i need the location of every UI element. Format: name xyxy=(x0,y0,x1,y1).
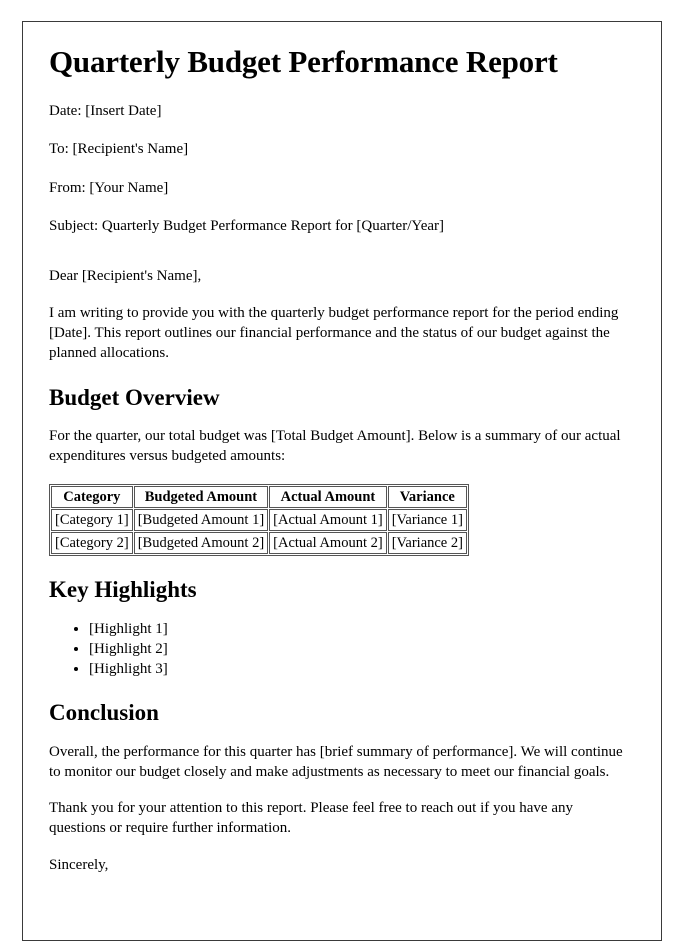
table-column-header: Budgeted Amount xyxy=(133,485,269,508)
list-item: [Highlight 1] xyxy=(89,620,627,639)
table-body: [Category 1] [Budgeted Amount 1] [Actual A… xyxy=(51,508,467,555)
table-header: Category Budgeted Amount Actual Amount Vari… xyxy=(51,485,467,508)
table-column-header: Category xyxy=(51,485,133,508)
meta-recipient: To: [Recipient's Name] xyxy=(49,141,189,158)
table-cell: [Actual Amount 2] xyxy=(269,531,387,555)
document-body: Quarterly Budget Performance Report Date… xyxy=(49,44,627,893)
table-row: [Category 1] [Budgeted Amount 1] [Actual A… xyxy=(51,508,467,531)
conclusion-paragraph: Overall, the performance for this quarte… xyxy=(49,743,623,780)
heading-key-highlights: Key Highlights xyxy=(49,577,197,603)
list-item: [Highlight 2] xyxy=(89,640,627,659)
document-page: Quarterly Budget Performance Report Date… xyxy=(22,21,662,941)
table-cell: [Actual Amount 1] xyxy=(269,508,387,531)
table-cell: [Category 1] xyxy=(51,508,133,531)
table-column-header: Actual Amount xyxy=(269,485,387,508)
table-header-row: Category Budgeted Amount Actual Amount Vari… xyxy=(51,485,467,508)
list-item: [Highlight 3] xyxy=(89,660,627,679)
letter-metadata: Date: [Insert Date] To: [Recipient's Nam… xyxy=(49,102,627,237)
table-row: [Category 2] [Budgeted Amount 2] [Actual A… xyxy=(51,531,467,555)
key-highlights-list: [Highlight 1][Highlight 2][Highlight 3] xyxy=(49,620,627,680)
salutation: Dear [Recipient's Name], xyxy=(49,267,202,284)
table-cell: [Variance 2] xyxy=(387,531,467,555)
page-title: Quarterly Budget Performance Report xyxy=(49,44,558,79)
table-cell: [Variance 1] xyxy=(387,508,467,531)
meta-sender: From: [Your Name] xyxy=(49,179,169,196)
thank-you-paragraph: Thank you for your attention to this rep… xyxy=(49,800,573,837)
meta-date: Date: [Insert Date] xyxy=(49,102,162,119)
table-cell: [Category 2] xyxy=(51,531,133,555)
heading-budget-overview: Budget Overview xyxy=(49,384,220,410)
table-cell: [Budgeted Amount 2] xyxy=(133,531,269,555)
budget-overview-paragraph: For the quarter, our total budget was [T… xyxy=(49,428,621,464)
closing-line: Sincerely, xyxy=(49,857,109,874)
table-column-header: Variance xyxy=(387,485,467,508)
intro-paragraph: I am writing to provide you with the qua… xyxy=(49,305,619,361)
budget-summary-table: Category Budgeted Amount Actual Amount Vari… xyxy=(49,483,469,557)
table-cell: [Budgeted Amount 1] xyxy=(133,508,269,531)
meta-subject: Subject: Quarterly Budget Performance Re… xyxy=(49,218,445,235)
heading-conclusion: Conclusion xyxy=(49,700,159,726)
